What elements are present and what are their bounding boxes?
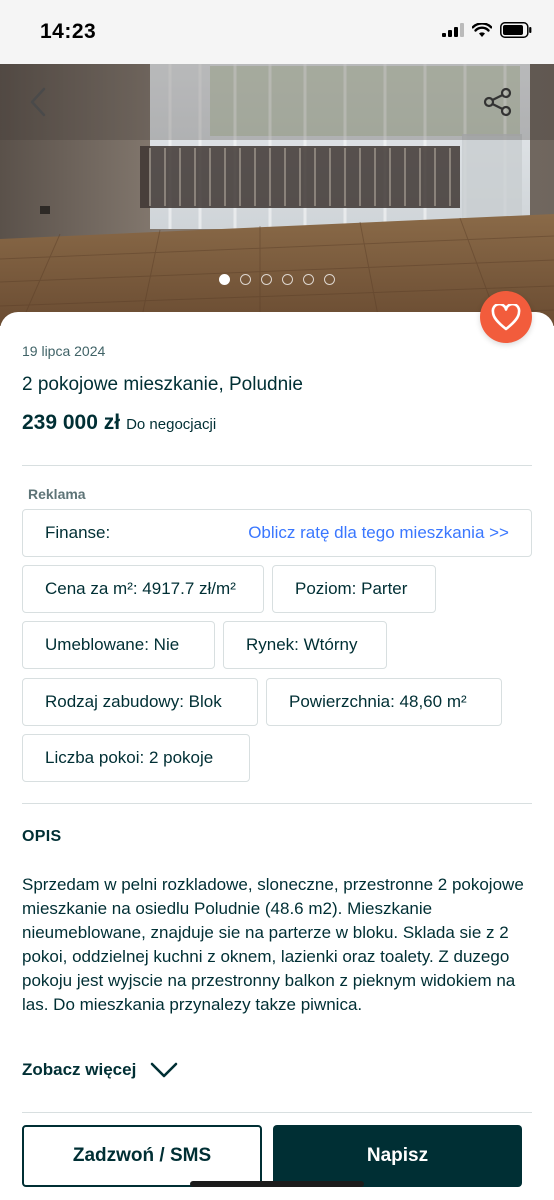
gallery-dot[interactable]	[282, 274, 293, 285]
description-text: Sprzedam w pelni rozkladowe, sloneczne, …	[22, 875, 524, 1014]
param-rooms: Liczba pokoi: 2 pokoje	[22, 734, 250, 782]
listing-title: 2 pokojowe mieszkanie, Poludnie	[22, 374, 303, 395]
gallery-dot[interactable]	[303, 274, 314, 285]
price-negotiable-note: Do negocjacji	[126, 416, 217, 433]
status-bar: 14:23	[0, 0, 554, 64]
wifi-icon	[472, 22, 492, 37]
favorite-button[interactable]	[480, 291, 532, 343]
share-icon	[483, 87, 512, 117]
param-floor: Poziom: Parter	[272, 565, 436, 613]
ad-label: Reklama	[28, 486, 86, 502]
status-icons	[442, 22, 532, 38]
chevron-down-icon	[151, 1062, 178, 1078]
cellular-signal-icon	[442, 23, 464, 37]
listing-price: 239 000 zł	[22, 411, 121, 434]
see-more-button[interactable]: Zobacz więcej	[22, 1060, 178, 1080]
battery-icon	[500, 22, 532, 38]
divider	[22, 1112, 532, 1113]
gallery-dot[interactable]	[324, 274, 335, 285]
back-button[interactable]	[20, 82, 56, 122]
gallery-pagination	[0, 274, 554, 285]
param-furnished: Umeblowane: Nie	[22, 621, 215, 669]
gallery-dot[interactable]	[240, 274, 251, 285]
price-row: 239 000 zł Do negocjacji	[22, 411, 216, 435]
see-more-label: Zobacz więcej	[22, 1060, 137, 1079]
divider	[22, 803, 532, 804]
listing-photo[interactable]	[0, 64, 554, 326]
listing-date: 19 lipca 2024	[22, 343, 106, 359]
finance-calculator-link[interactable]: Oblicz ratę dla tego mieszkania >>	[248, 523, 509, 543]
call-sms-button[interactable]: Zadzwoń / SMS	[22, 1125, 262, 1187]
chevron-left-icon	[30, 87, 46, 117]
finance-label: Finanse:	[45, 523, 111, 542]
photo-toolbar	[0, 64, 554, 140]
param-market: Rynek: Wtórny	[223, 621, 387, 669]
param-building-type: Rodzaj zabudowy: Blok	[22, 678, 258, 726]
finance-calculator-banner[interactable]: Finanse: Oblicz ratę dla tego mieszkania…	[22, 509, 532, 557]
status-time: 14:23	[40, 20, 97, 43]
share-button[interactable]	[480, 84, 516, 120]
divider	[22, 465, 532, 466]
write-message-button[interactable]: Napisz	[273, 1125, 522, 1187]
home-indicator	[190, 1181, 364, 1187]
param-price-per-m2: Cena za m²: 4917.7 zł/m²	[22, 565, 264, 613]
gallery-dot[interactable]	[261, 274, 272, 285]
heart-icon	[491, 303, 521, 330]
gallery-dot[interactable]	[219, 274, 230, 285]
param-area: Powierzchnia: 48,60 m²	[266, 678, 502, 726]
description-heading: OPIS	[22, 828, 62, 845]
